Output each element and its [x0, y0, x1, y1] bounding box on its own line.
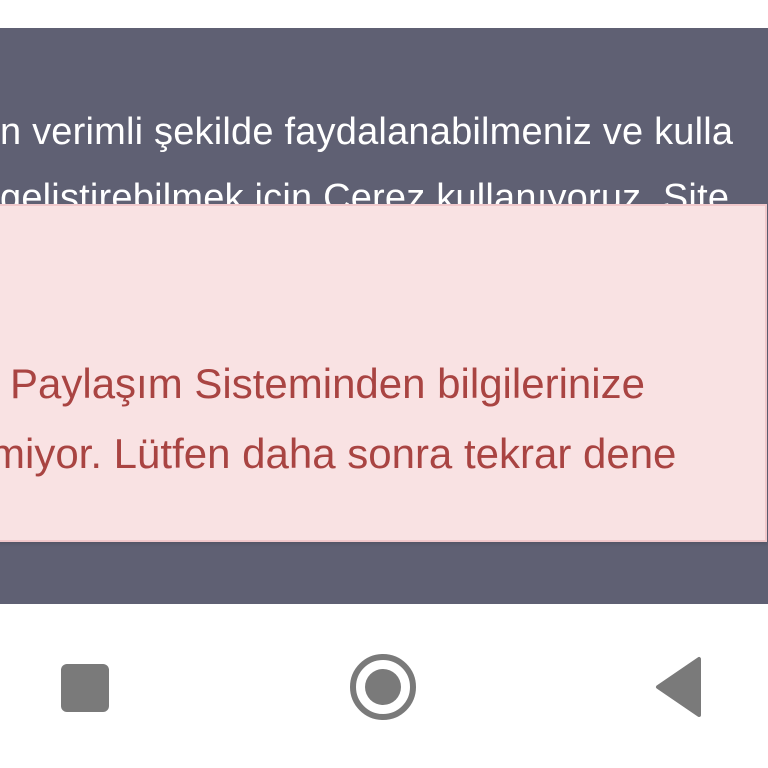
error-alert: Paylaşım Sisteminden bilgilerinize miyor…	[0, 204, 767, 542]
cookie-notice-text-line-1: n verimli şekilde faydalanabilmeniz ve k…	[0, 111, 734, 153]
back-triangle-icon[interactable]	[654, 655, 704, 719]
recents-square-icon[interactable]	[59, 662, 111, 714]
android-navigation-bar	[0, 604, 768, 768]
mobile-screen: n verimli şekilde faydalanabilmeniz ve k…	[0, 0, 768, 768]
error-alert-text-line-2: miyor. Lütfen daha sonra tekrar dene	[0, 430, 677, 477]
error-alert-text-line-1: Paylaşım Sisteminden bilgilerinize	[10, 360, 645, 407]
home-circle-icon[interactable]	[347, 651, 419, 723]
cookie-notice-overlay: n verimli şekilde faydalanabilmeniz ve k…	[0, 28, 768, 604]
top-strip	[0, 0, 768, 28]
